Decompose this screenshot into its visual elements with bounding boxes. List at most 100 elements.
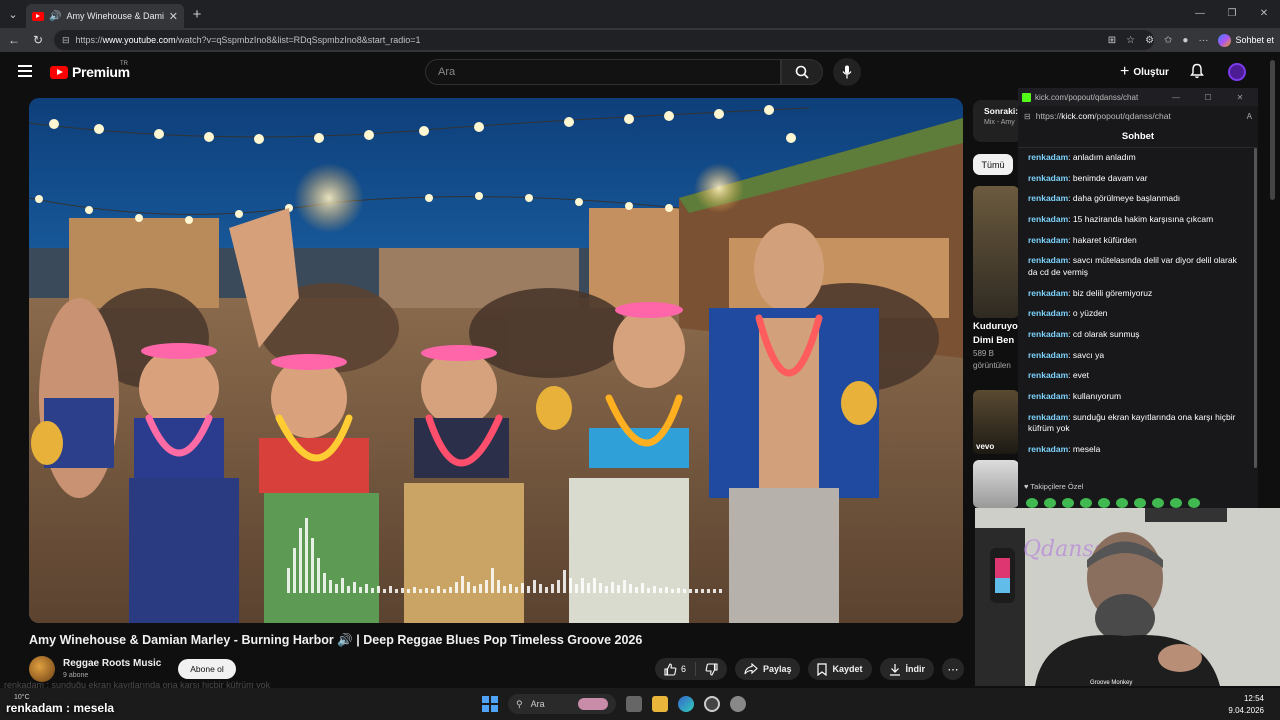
emote-icon[interactable] (1044, 498, 1056, 508)
bookmark-icon (817, 662, 828, 676)
tab-close-icon[interactable]: ✕ (169, 10, 178, 23)
maximize-icon[interactable]: ❐ (1216, 0, 1248, 28)
emote-icon[interactable] (1062, 498, 1074, 508)
chat-username[interactable]: renkadam (1028, 288, 1068, 298)
copilot-button[interactable]: Sohbet et (1218, 33, 1274, 47)
search-input[interactable] (426, 60, 780, 84)
save-button[interactable]: Kaydet (808, 658, 872, 680)
tab-list-chevron-icon[interactable]: ⌄ (0, 0, 26, 28)
download-button[interactable]: İndir (879, 658, 934, 680)
settings-gear-icon[interactable] (730, 696, 746, 712)
emote-icon[interactable] (1152, 498, 1164, 508)
heart-icon: ♥ (1024, 482, 1029, 491)
more-menu-icon[interactable]: ··· (1198, 35, 1208, 46)
more-actions-icon[interactable]: ⋯ (942, 658, 964, 680)
extensions-icon[interactable]: ⚙ (1145, 35, 1154, 46)
chat-popout-window: kick.com/popout/qdanss/chat — ☐ ✕ ⊟ http… (1018, 88, 1258, 508)
emote-icon[interactable] (1134, 498, 1146, 508)
chat-username[interactable]: renkadam (1028, 412, 1068, 422)
dislike-button[interactable] (696, 658, 727, 680)
chat-username[interactable]: renkadam (1028, 214, 1068, 224)
channel-avatar[interactable] (29, 656, 55, 682)
search-button[interactable] (781, 59, 823, 85)
minimize-icon[interactable]: — (1184, 0, 1216, 28)
chat-username[interactable]: renkadam (1028, 152, 1068, 162)
account-avatar[interactable] (1228, 63, 1246, 81)
system-clock[interactable]: 12:54 9.04.2026 (1228, 693, 1264, 717)
recommended-thumbnail[interactable] (973, 186, 1019, 318)
chat-message: renkadam: kullanıyorum (1028, 391, 1122, 402)
close-window-icon[interactable]: ✕ (1248, 0, 1280, 28)
video-actions: 6 Paylaş Kaydet İndir ⋯ (654, 658, 964, 680)
favorite-star-icon[interactable]: ☆ (1126, 35, 1135, 46)
app-available-icon[interactable]: ⊞ (1108, 35, 1116, 46)
stream-overlay-message: renkadam : mesela (6, 701, 115, 715)
close-icon[interactable]: ✕ (1226, 93, 1254, 102)
browser-tab-youtube[interactable]: 🔊 Amy Winehouse & Damian Marley - Burnin… (26, 4, 184, 28)
reload-icon[interactable]: ↻ (30, 33, 46, 47)
windows-start-icon[interactable] (482, 696, 498, 712)
file-explorer-icon[interactable] (652, 696, 668, 712)
url-field[interactable]: ⊟ https://www.youtube.com/watch?v=qSspmb… (54, 30, 1154, 50)
chat-username[interactable]: renkadam (1028, 391, 1068, 401)
taskbar-search[interactable]: ⚲ Ara (508, 694, 616, 714)
chat-username[interactable]: renkadam (1028, 255, 1068, 265)
voice-search-button[interactable] (833, 58, 861, 86)
chat-username[interactable]: renkadam (1028, 350, 1068, 360)
now-playing-label: Groove Monkey (1090, 680, 1133, 686)
task-view-icon[interactable] (626, 696, 642, 712)
maximize-icon[interactable]: ☐ (1194, 93, 1222, 102)
edge-browser-icon[interactable] (678, 696, 694, 712)
chat-message: renkadam: savcı ya (1028, 349, 1105, 360)
emote-icon[interactable] (1188, 498, 1200, 508)
chat-window-title: kick.com/popout/qdanss/chat (1035, 92, 1139, 102)
emote-icon[interactable] (1026, 498, 1038, 508)
tab-title: Amy Winehouse & Damian Marley - Burning … (66, 11, 163, 21)
emote-icon[interactable] (1080, 498, 1092, 508)
xbox-app-icon[interactable] (704, 696, 720, 712)
back-icon[interactable]: ← (6, 33, 22, 47)
create-button[interactable]: + Oluştur (1112, 61, 1177, 83)
chat-username[interactable]: renkadam (1028, 308, 1068, 318)
emote-icon[interactable] (1170, 498, 1182, 508)
channel-name[interactable]: Reggae Roots Music (63, 658, 161, 669)
profile-avatar-icon[interactable]: ● (1182, 35, 1188, 46)
youtube-favicon-icon (32, 11, 44, 21)
youtube-logo[interactable]: Premium (50, 64, 130, 80)
download-icon (889, 663, 900, 676)
subscribe-button[interactable]: Abone ol (178, 659, 236, 679)
emote-bar (1026, 498, 1200, 508)
minimize-icon[interactable]: — (1162, 93, 1190, 102)
recommended-info[interactable]: Kuduruyo Dimi Ben 589 B görüntülen (973, 320, 1019, 372)
chat-username[interactable]: renkadam (1028, 329, 1068, 339)
read-aloud-icon[interactable]: A (1247, 112, 1252, 121)
weather-widget[interactable]: 10°C (14, 694, 30, 701)
new-tab-icon[interactable]: + (184, 6, 210, 23)
recommended-thumbnail-2[interactable]: vevo (973, 390, 1019, 454)
chat-username[interactable]: renkadam (1028, 235, 1068, 245)
notifications-bell-icon[interactable] (1190, 63, 1204, 84)
chat-username[interactable]: renkadam (1028, 370, 1068, 380)
video-player[interactable] (29, 98, 963, 623)
audio-playing-icon[interactable]: 🔊 (49, 11, 61, 22)
page-scrollbar[interactable] (1270, 60, 1275, 200)
recommended-thumbnail-3[interactable] (973, 460, 1019, 508)
chat-message: renkadam: 15 haziranda hakim karşısına ç… (1028, 214, 1214, 225)
collections-icon[interactable]: ✩ (1164, 35, 1172, 46)
up-next-panel[interactable]: Sonraki: Mix - Amy (973, 100, 1023, 142)
filter-chip-all[interactable]: Tümü (973, 154, 1013, 175)
share-button[interactable]: Paylaş (734, 658, 801, 680)
video-title: Amy Winehouse & Damian Marley - Burning … (29, 633, 643, 647)
emote-icon[interactable] (1098, 498, 1110, 508)
guide-menu-icon[interactable] (18, 65, 32, 77)
chat-username[interactable]: renkadam (1028, 173, 1068, 183)
vevo-badge: vevo (976, 442, 995, 451)
chat-username[interactable]: renkadam (1028, 193, 1068, 203)
youtube-header: Premium TR + Oluştur (0, 52, 1280, 92)
chat-url-bar[interactable]: ⊟ https://kick.com/popout/qdanss/chat A (1018, 106, 1258, 126)
chat-scrollbar[interactable] (1254, 148, 1257, 468)
site-info-icon[interactable]: ⊟ (62, 35, 70, 46)
emote-icon[interactable] (1116, 498, 1128, 508)
chat-username[interactable]: renkadam (1028, 444, 1068, 454)
like-button[interactable]: 6 (655, 658, 695, 680)
